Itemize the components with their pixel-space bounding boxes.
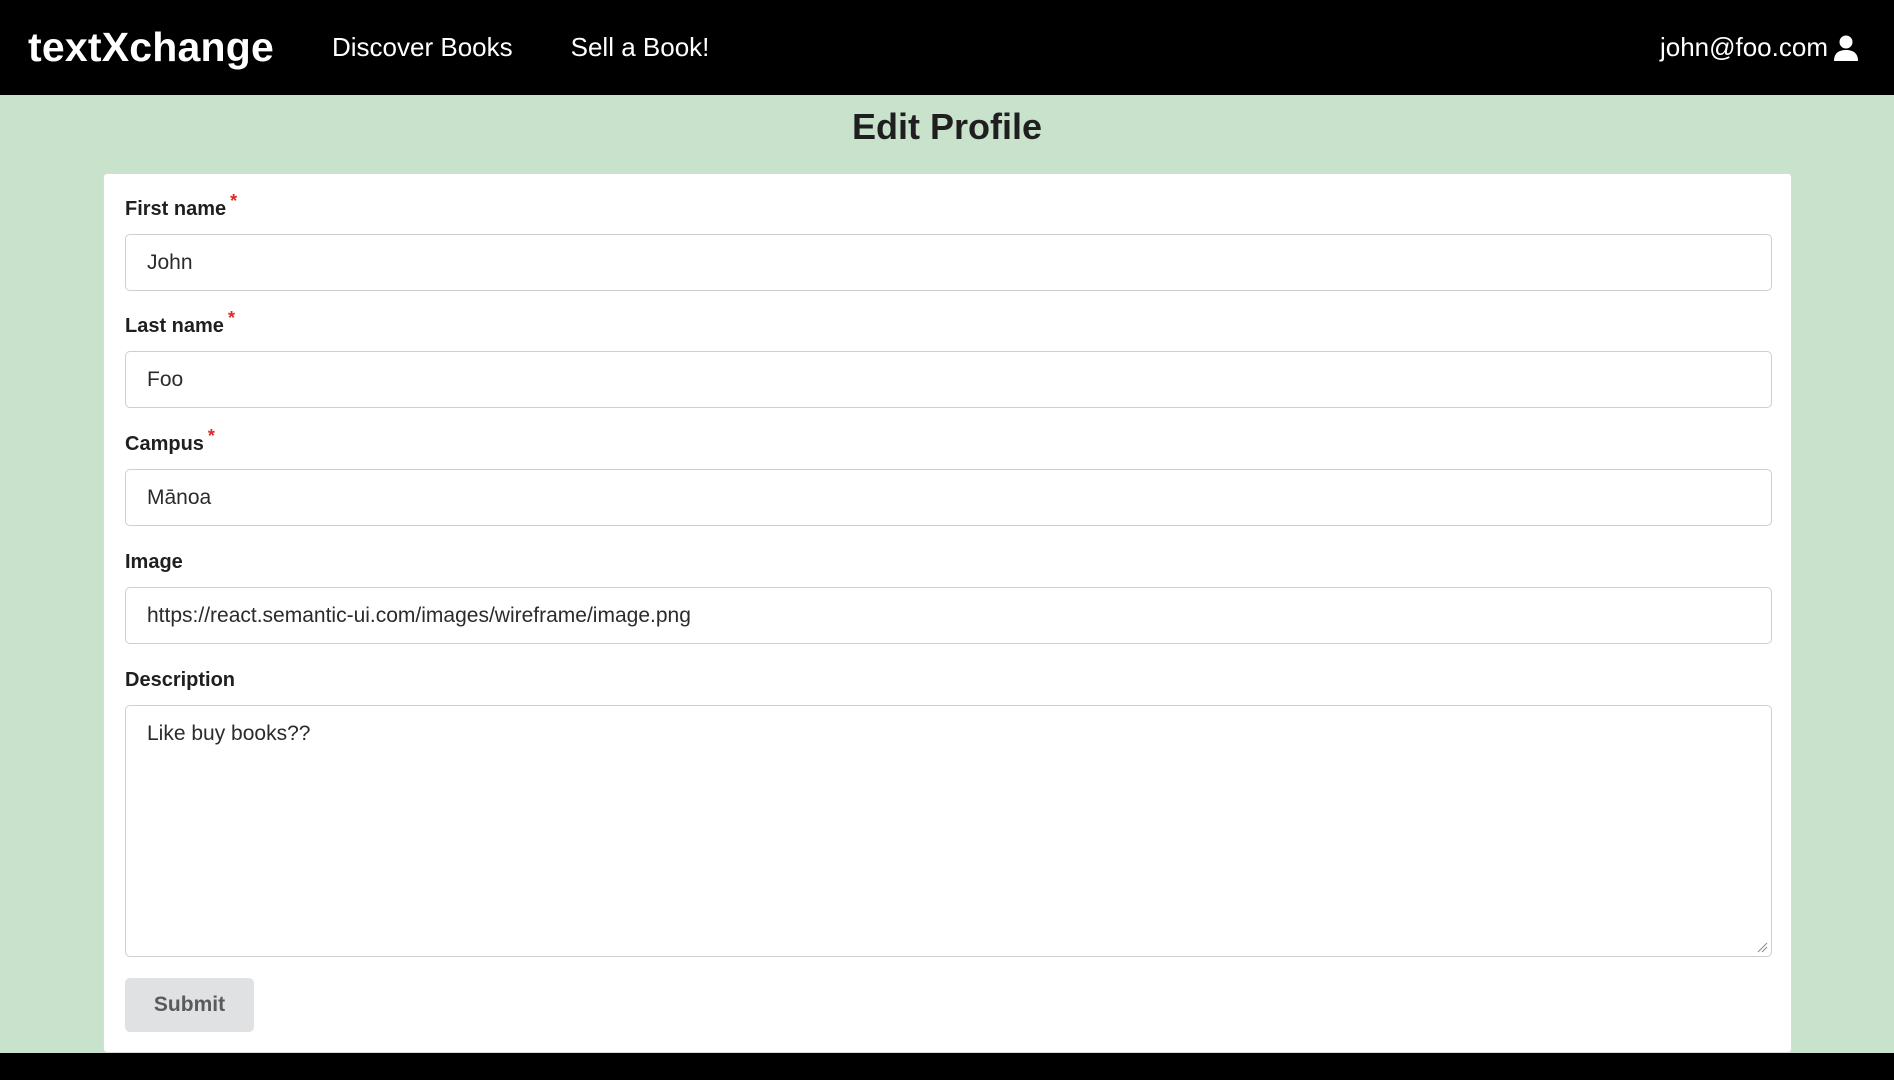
brand-logo-link[interactable]: textXchange <box>28 24 274 71</box>
campus-group: Campus * Mānoa <box>125 426 1772 526</box>
nav-discover-books[interactable]: Discover Books <box>332 32 513 63</box>
description-label: Description <box>125 669 236 691</box>
image-label: Image <box>125 551 183 573</box>
last-name-label: Last name <box>125 315 224 337</box>
description-group: Description Like buy books?? <box>125 669 1772 957</box>
campus-input[interactable]: Mānoa <box>125 469 1772 526</box>
first-name-input[interactable]: John <box>125 234 1772 291</box>
top-navbar: textXchange Discover Books Sell a Book! … <box>0 0 1894 95</box>
last-name-group: Last name * Foo <box>125 308 1772 408</box>
first-name-label: First name <box>125 198 227 220</box>
required-marker: * <box>230 191 238 211</box>
required-marker: * <box>207 426 215 446</box>
nav-sell-a-book[interactable]: Sell a Book! <box>571 32 710 63</box>
description-textarea[interactable]: Like buy books?? <box>125 705 1772 957</box>
resize-handle-icon[interactable] <box>1756 941 1768 953</box>
required-marker: * <box>227 308 235 328</box>
footer-bar <box>0 1053 1894 1080</box>
submit-button[interactable]: Submit <box>125 978 254 1032</box>
user-menu[interactable]: john@foo.com <box>1660 0 1860 95</box>
image-group: Image https://react.semantic-ui.com/imag… <box>125 551 1772 644</box>
user-email: john@foo.com <box>1659 32 1828 62</box>
description-text: Like buy books?? <box>147 722 311 745</box>
first-name-group: First name * John <box>125 191 1772 291</box>
last-name-input[interactable]: Foo <box>125 351 1772 408</box>
page-title: Edit Profile <box>851 106 1043 147</box>
image-url-input[interactable]: https://react.semantic-ui.com/images/wir… <box>125 587 1772 644</box>
campus-label: Campus <box>125 433 204 455</box>
user-icon <box>1834 35 1858 61</box>
edit-profile-form: First name * John Last name * Foo Campus * … <box>103 173 1792 1053</box>
